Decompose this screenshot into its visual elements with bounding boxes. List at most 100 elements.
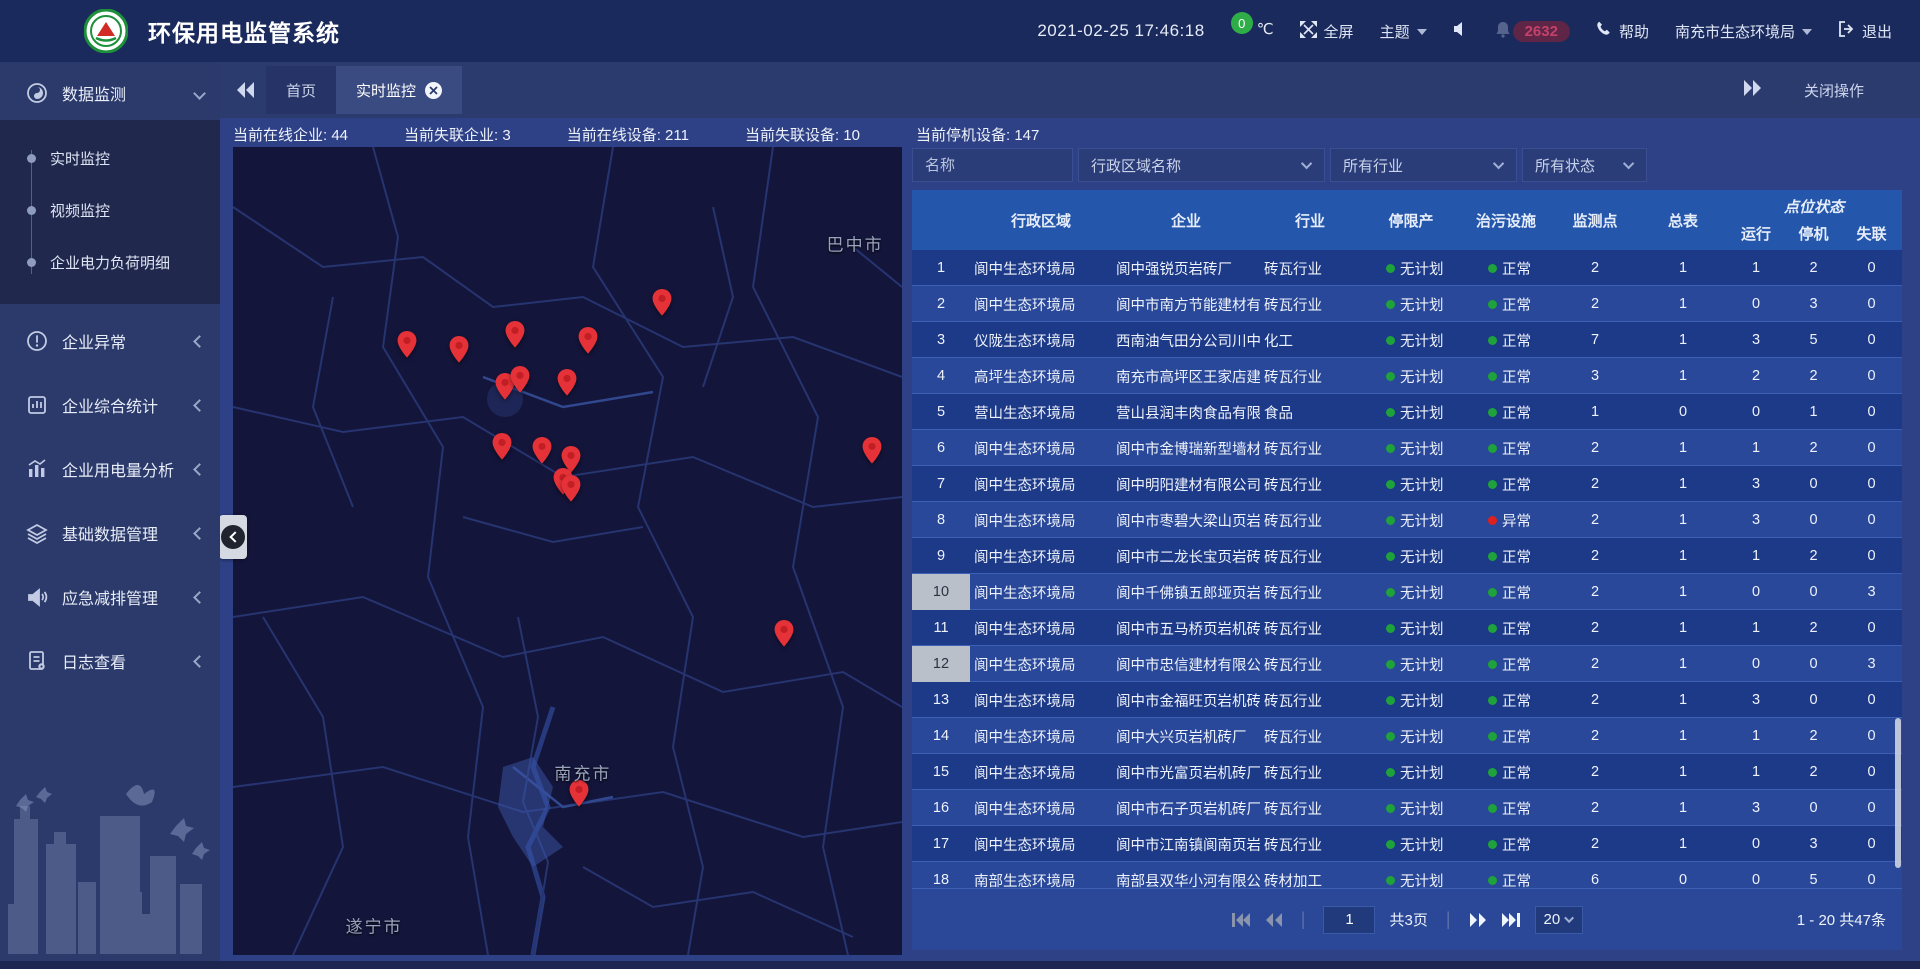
table-row[interactable]: 10阆中生态环境局阆中千佛镇五郎垭页岩砖瓦行业无计划正常21003 — [912, 574, 1902, 610]
name-search-input[interactable] — [912, 148, 1073, 182]
sidebar-item[interactable]: 基础数据管理 — [0, 506, 220, 560]
sidebar-subitem[interactable]: 视频监控 — [0, 184, 220, 236]
app-title: 环保用电监管系统 — [148, 14, 340, 48]
map-pin[interactable] — [652, 289, 672, 316]
table-row[interactable]: 12阆中生态环境局阆中市忠信建材有限公砖瓦行业无计划正常21003 — [912, 646, 1902, 682]
cell-lost-count: 0 — [1841, 440, 1902, 456]
table-row[interactable]: 5营山生态环境局营山县润丰肉食品有限食品无计划正常10010 — [912, 394, 1902, 430]
cell-monitor-points: 2 — [1550, 548, 1640, 564]
map-pin[interactable] — [532, 437, 552, 464]
page-size-select[interactable]: 20 — [1535, 906, 1584, 934]
mute-button[interactable] — [1453, 21, 1469, 41]
sidebar-item[interactable]: 企业用电量分析 — [0, 442, 220, 496]
table-row[interactable]: 14阆中生态环境局阆中大兴页岩机砖厂砖瓦行业无计划正常21120 — [912, 718, 1902, 754]
pager-divider: | — [1446, 909, 1451, 930]
cell-stop-count: 3 — [1786, 296, 1841, 312]
cell-run-count: 0 — [1726, 872, 1786, 888]
table-row[interactable]: 17阆中生态环境局阆中市江南镇阆南页岩砖瓦行业无计划正常21030 — [912, 826, 1902, 862]
cell-total-meters: 0 — [1640, 872, 1726, 888]
cell-stop-count: 2 — [1786, 440, 1841, 456]
stats-icon — [26, 394, 48, 416]
cell-facility-status: 正常 — [1462, 834, 1550, 855]
table-row[interactable]: 8阆中生态环境局阆中市枣碧大梁山页岩砖瓦行业无计划异常21300 — [912, 502, 1902, 538]
last-page-button[interactable] — [1501, 913, 1521, 927]
first-page-button[interactable] — [1231, 913, 1251, 927]
status-ok-dot — [1386, 624, 1395, 633]
sub-column-header: 运行 — [1726, 223, 1786, 244]
logout-button[interactable]: 退出 — [1838, 21, 1892, 42]
sidebar: 数据监测实时监控视频监控企业电力负荷明细企业异常企业综合统计企业用电量分析基础数… — [0, 62, 220, 962]
table-row[interactable]: 1阆中生态环境局阆中强锐页岩砖厂砖瓦行业无计划正常21120 — [912, 250, 1902, 286]
table-row[interactable]: 9阆中生态环境局阆中市二龙长宝页岩砖砖瓦行业无计划正常21120 — [912, 538, 1902, 574]
tab-realtime-monitor[interactable]: 实时监控 — [336, 66, 462, 114]
tabs-scroll-left-button[interactable] — [236, 82, 256, 98]
map-panel[interactable]: 巴中市南充市遂宁市 — [233, 147, 902, 955]
table-row[interactable]: 15阆中生态环境局阆中市光富页岩机砖厂砖瓦行业无计划正常21120 — [912, 754, 1902, 790]
pager-divider: | — [1301, 909, 1306, 930]
user-menu-button[interactable]: 南充市生态环境局 — [1675, 21, 1812, 42]
table-row[interactable]: 2阆中生态环境局阆中市南方节能建材有砖瓦行业无计划正常21030 — [912, 286, 1902, 322]
map-pin[interactable] — [774, 620, 794, 647]
cell-total-meters: 1 — [1640, 332, 1726, 348]
sidebar-item[interactable]: 应急减排管理 — [0, 570, 220, 624]
region-select[interactable]: 行政区域名称 — [1078, 148, 1325, 182]
fullscreen-button[interactable]: 全屏 — [1300, 21, 1354, 42]
cell-monitor-points: 2 — [1550, 764, 1640, 780]
map-pin[interactable] — [557, 369, 577, 396]
sidebar-item[interactable]: 企业综合统计 — [0, 378, 220, 432]
status-select[interactable]: 所有状态 — [1522, 148, 1647, 182]
tab-close-icon[interactable] — [425, 82, 442, 99]
status-ok-dot — [1488, 480, 1497, 489]
map-pin[interactable] — [492, 433, 512, 460]
cell-total-meters: 0 — [1640, 404, 1726, 420]
table-row[interactable]: 3仪陇生态环境局西南油气田分公司川中化工无计划正常71350 — [912, 322, 1902, 358]
map-pin[interactable] — [449, 336, 469, 363]
row-number: 11 — [912, 610, 970, 646]
map-pin[interactable] — [561, 475, 581, 502]
cell-production-status: 无计划 — [1360, 654, 1462, 675]
help-button[interactable]: 帮助 — [1596, 21, 1649, 42]
status-ok-dot — [1488, 408, 1497, 417]
page-number-input[interactable] — [1323, 906, 1375, 934]
cell-production-status: 无计划 — [1360, 762, 1462, 783]
map-pin[interactable] — [862, 437, 882, 464]
pagination-bar: | 共3页 | 20 1 - 20 共47条 — [912, 888, 1902, 950]
map-collapse-button[interactable] — [219, 515, 247, 559]
cell-stop-count: 0 — [1786, 584, 1841, 600]
table-row[interactable]: 6阆中生态环境局阆中市金博瑞新型墙材砖瓦行业无计划正常21120 — [912, 430, 1902, 466]
cell-lost-count: 0 — [1841, 872, 1902, 888]
next-page-button[interactable] — [1469, 913, 1487, 927]
cell-industry: 砖瓦行业 — [1260, 474, 1360, 495]
table-row[interactable]: 16阆中生态环境局阆中市石子页岩机砖厂砖瓦行业无计划正常21300 — [912, 790, 1902, 826]
tab-home[interactable]: 首页 — [266, 66, 336, 114]
tab-active-label: 实时监控 — [356, 80, 416, 101]
notifications[interactable]: 2632 — [1495, 21, 1570, 42]
status-alarm-dot — [1488, 516, 1497, 525]
table-row[interactable]: 18南部生态环境局南部县双华小河有限公砖材加工无计划正常60050 — [912, 862, 1902, 888]
alert-icon — [26, 330, 48, 352]
tabs-scroll-right-button[interactable] — [1742, 80, 1762, 100]
cell-company: 南部县双华小河有限公 — [1112, 870, 1260, 889]
theme-button[interactable]: 主题 — [1380, 21, 1427, 42]
map-pin[interactable] — [505, 321, 525, 348]
table-scrollbar[interactable] — [1895, 718, 1901, 868]
sidebar-subitem[interactable]: 实时监控 — [0, 132, 220, 184]
map-pin[interactable] — [578, 327, 598, 354]
cell-company: 阆中市忠信建材有限公 — [1112, 654, 1260, 675]
sidebar-subitem[interactable]: 企业电力负荷明细 — [0, 236, 220, 288]
table-row[interactable]: 7阆中生态环境局阆中明阳建材有限公司砖瓦行业无计划正常21300 — [912, 466, 1902, 502]
table-row[interactable]: 11阆中生态环境局阆中市五马桥页岩机砖砖瓦行业无计划正常21120 — [912, 610, 1902, 646]
table-row[interactable]: 4高坪生态环境局南充市高坪区王家店建砖瓦行业无计划正常31220 — [912, 358, 1902, 394]
industry-select[interactable]: 所有行业 — [1330, 148, 1517, 182]
sidebar-item[interactable]: 数据监测 — [0, 66, 220, 120]
region-select-value: 行政区域名称 — [1091, 155, 1181, 176]
cell-facility-status: 正常 — [1462, 546, 1550, 567]
prev-page-button[interactable] — [1265, 913, 1283, 927]
map-pin[interactable] — [510, 366, 530, 393]
table-row[interactable]: 13阆中生态环境局阆中市金福旺页岩机砖砖瓦行业无计划正常21300 — [912, 682, 1902, 718]
map-pin[interactable] — [397, 331, 417, 358]
close-operations-button[interactable]: 关闭操作 — [1804, 80, 1864, 101]
cell-total-meters: 1 — [1640, 296, 1726, 312]
sidebar-item[interactable]: 日志查看 — [0, 634, 220, 688]
sidebar-item[interactable]: 企业异常 — [0, 314, 220, 368]
